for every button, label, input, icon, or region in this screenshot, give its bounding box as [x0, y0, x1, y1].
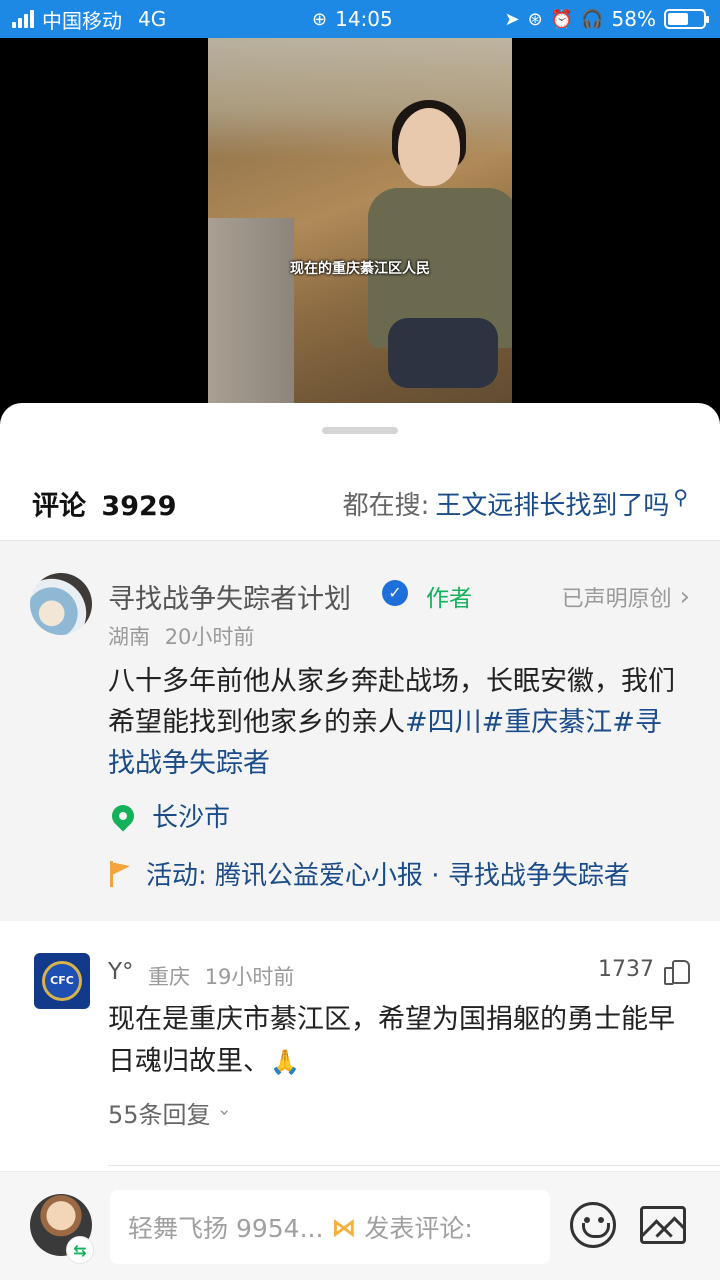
my-username: 轻舞飞扬 9954... [128, 1214, 324, 1243]
comment-region: 重庆 [148, 965, 190, 989]
author-avatar[interactable] [30, 573, 92, 635]
location-name: 长沙市 [152, 803, 231, 833]
location-link[interactable]: 长沙市 [107, 797, 231, 834]
commenter-name[interactable]: Y° [108, 959, 134, 985]
view-replies-button[interactable]: 55条回复 › [108, 1095, 235, 1130]
comments-count: 3929 [101, 490, 177, 522]
headphones-icon: 🎧 [581, 8, 604, 30]
alarm-icon: ⏰ [550, 8, 574, 30]
author-tag: 作者 [426, 586, 472, 612]
author-meta: 湖南 20小时前 [108, 621, 254, 651]
comments-title: 评论 3929 [32, 484, 177, 523]
video-frame[interactable]: 现在的重庆綦江区人民 [208, 38, 512, 418]
comments-header: 评论 3929 都在搜: 王文远排长找到了吗 ⚲ [0, 465, 720, 541]
comment-time: 19小时前 [204, 965, 295, 989]
image-icon[interactable] [640, 1206, 686, 1244]
clock: 14:05 [335, 7, 393, 31]
comment-text: 现在是重庆市綦江区，希望为国捐躯的勇士能早日魂归故里、🙏 [108, 999, 688, 1083]
emoji-icon[interactable] [570, 1202, 616, 1248]
video-gravestone [208, 218, 294, 418]
original-declaration[interactable]: 已声明原创 › [562, 581, 690, 613]
comment-input-bar: ⇆ 轻舞飞扬 9954... ⋈ 发表评论: [0, 1171, 720, 1280]
verified-icon: ✓ [382, 580, 408, 606]
comment-meta: 重庆 19小时前 [148, 961, 294, 991]
search-icon[interactable]: ⚲ [673, 485, 688, 509]
comment-body: 现在是重庆市綦江区，希望为国捐躯的勇士能早日魂归故里、 [108, 1004, 675, 1077]
chevron-right-icon: › [679, 582, 690, 612]
author-name[interactable]: 寻找战争失踪者计划 [108, 577, 351, 616]
video-person [358, 78, 512, 418]
comment-placeholder: 发表评论: [364, 1214, 473, 1243]
activity-text: 活动: 腾讯公益爱心小报 · 寻找战争失踪者 [146, 861, 630, 891]
comment-item: CFC Y° 重庆 19小时前 1737 现在是重庆市綦江区，希望为国捐躯的勇士… [0, 921, 720, 1171]
trending-search-term[interactable]: 王文远排长找到了吗 [435, 485, 669, 522]
author-region: 湖南 [108, 625, 150, 649]
battery-icon [664, 9, 709, 29]
thumbs-up-icon [664, 958, 690, 985]
carrier-name: 中国移动 [42, 8, 122, 33]
flag-icon [108, 860, 132, 887]
lock-rotation-icon: ⊛ [527, 8, 543, 30]
club-crest-icon: CFC [42, 961, 82, 1001]
app-indicator-icon: ⊕ [312, 8, 328, 30]
trending-search[interactable]: 都在搜: 王文远排长找到了吗 ⚲ [343, 485, 688, 522]
author-post: 寻找战争失踪者计划 ✓ 作者 已声明原创 › 湖南 20小时前 八十多年前他从家… [0, 541, 720, 921]
divider [108, 1165, 720, 1166]
switch-account-icon[interactable]: ⇆ [66, 1236, 94, 1264]
status-bar: 中国移动 4G ⊕ 14:05 ➤ ⊛ ⏰ 🎧 58% [0, 0, 720, 38]
like-button[interactable]: 1737 [598, 957, 690, 985]
battery-percent: 58% [611, 7, 656, 31]
location-pin-icon [107, 799, 139, 832]
bow-tie-icon: ⋈ [331, 1212, 357, 1242]
network-type: 4G [138, 7, 167, 31]
original-label: 已声明原创 [561, 587, 672, 612]
location-arrow-icon: ➤ [504, 8, 520, 30]
author-time: 20小时前 [164, 625, 255, 649]
hashtag-chongqing-qijiang[interactable]: #重庆綦江 [482, 707, 613, 738]
pray-emoji-icon: 🙏 [270, 1048, 300, 1076]
hashtag-sichuan[interactable]: #四川 [405, 707, 482, 738]
author-post-text: 八十多年前他从家乡奔赴战场，长眠安徽，我们希望能找到他家乡的亲人#四川#重庆綦江… [108, 661, 688, 784]
sheet-drag-handle[interactable] [322, 427, 398, 434]
signal-icon [12, 10, 34, 28]
comment-input[interactable]: 轻舞飞扬 9954... ⋈ 发表评论: [110, 1190, 550, 1264]
replies-count: 55条回复 [108, 1101, 211, 1129]
video-caption: 现在的重庆綦江区人民 [290, 261, 430, 277]
like-count: 1737 [598, 957, 654, 982]
trending-search-label: 都在搜: [342, 490, 430, 521]
chevron-down-icon: › [213, 1108, 235, 1117]
activity-link[interactable]: 活动: 腾讯公益爱心小报 · 寻找战争失踪者 [108, 855, 630, 892]
video-player[interactable]: 现在的重庆綦江区人民 [0, 38, 720, 418]
comments-title-label: 评论 [32, 490, 86, 522]
commenter-avatar[interactable]: CFC [34, 953, 90, 1009]
comments-sheet: 评论 3929 都在搜: 王文远排长找到了吗 ⚲ 寻找战争失踪者计划 ✓ 作者 … [0, 403, 720, 1280]
